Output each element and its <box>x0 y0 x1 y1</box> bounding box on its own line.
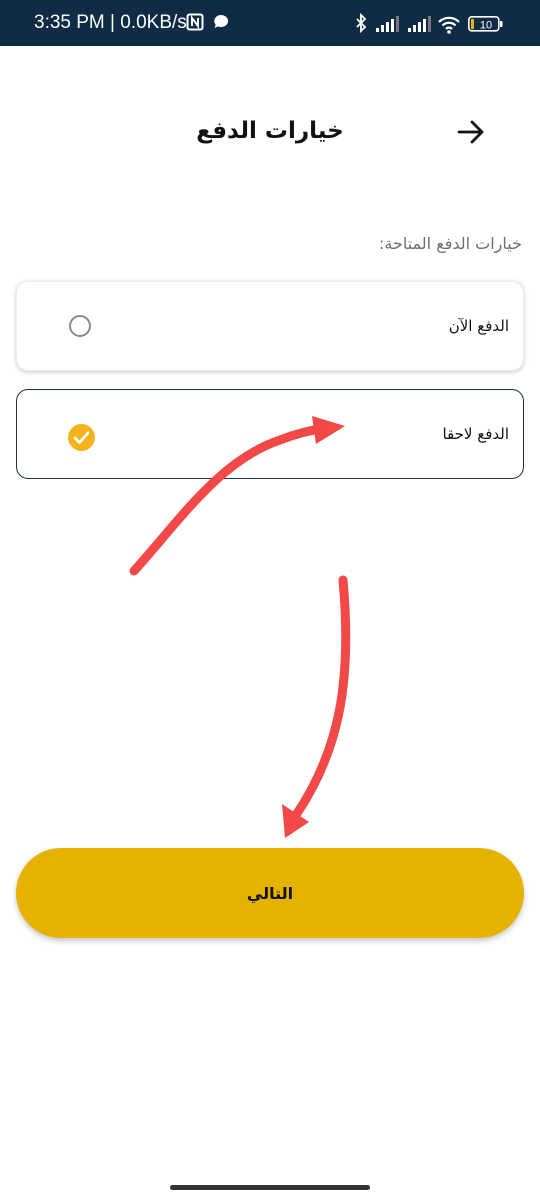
payment-option-pay-now[interactable]: الدفع الآن <box>16 281 524 371</box>
battery-icon: 10 <box>468 16 503 32</box>
nfc-icon <box>186 13 204 35</box>
section-label: خيارات الدفع المتاحة: <box>378 234 522 253</box>
annotation-arrow-to-button <box>291 575 351 820</box>
svg-text:10: 10 <box>480 20 492 32</box>
home-indicator[interactable] <box>170 1185 370 1190</box>
option-label: الدفع لاحقا <box>442 425 509 443</box>
chat-bubble-icon <box>213 14 229 34</box>
status-bar: 3:35 PM | 0.0KB/s 10 <box>0 0 540 46</box>
status-time: 3:35 PM | 0.0KB/s <box>34 12 187 33</box>
annotation-arrowhead-button <box>282 804 309 838</box>
page-title: خيارات الدفع <box>196 118 344 144</box>
bluetooth-icon <box>356 13 367 34</box>
radio-unchecked-icon[interactable] <box>69 315 91 337</box>
status-icons: 10 <box>354 13 504 35</box>
radio-checked-icon[interactable] <box>68 424 95 451</box>
signal-icon <box>408 16 431 32</box>
back-arrow-icon[interactable] <box>455 116 487 148</box>
signal-icon <box>376 16 399 32</box>
option-label: الدفع الآن <box>448 317 509 335</box>
next-button[interactable]: التالي <box>16 848 524 938</box>
annotation-arrows <box>129 416 351 838</box>
payment-option-pay-later[interactable]: الدفع لاحقا <box>16 389 524 479</box>
wifi-icon <box>438 16 460 34</box>
